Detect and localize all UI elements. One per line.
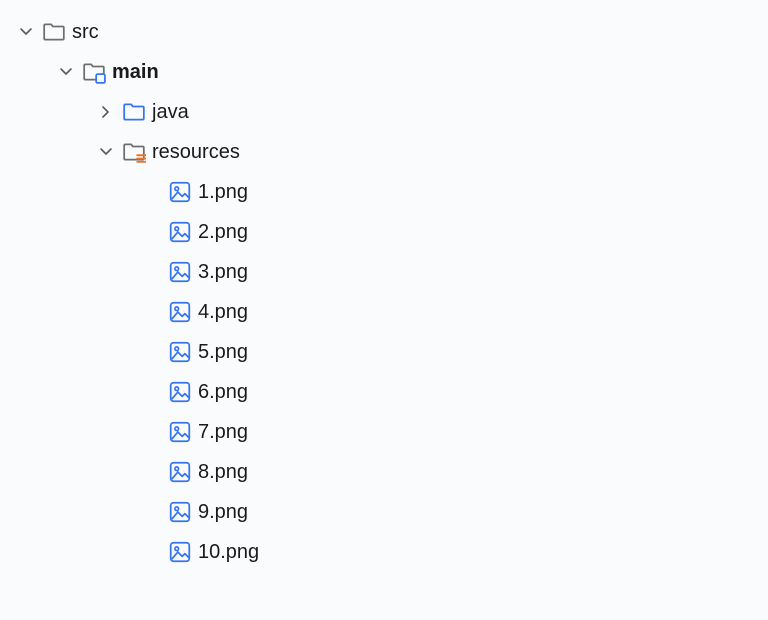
chevron-down-icon — [96, 142, 116, 162]
chevron-right-icon — [96, 102, 116, 122]
tree-item-label: 1.png — [198, 182, 248, 202]
tree-item-file[interactable]: 5.png — [8, 332, 760, 372]
chevron-down-icon — [56, 62, 76, 82]
tree-item-resources[interactable]: resources — [8, 132, 760, 172]
chevron-down-icon — [16, 22, 36, 42]
tree-item-label: 4.png — [198, 302, 248, 322]
folder-module-icon — [82, 60, 106, 84]
tree-item-src[interactable]: src — [8, 12, 760, 52]
folder-resources-icon — [122, 140, 146, 164]
image-file-icon — [168, 220, 192, 244]
image-file-icon — [168, 380, 192, 404]
tree-item-main[interactable]: main — [8, 52, 760, 92]
tree-item-label: 10.png — [198, 542, 259, 562]
tree-item-java[interactable]: java — [8, 92, 760, 132]
tree-item-label: 6.png — [198, 382, 248, 402]
image-file-icon — [168, 500, 192, 524]
image-file-icon — [168, 300, 192, 324]
tree-item-label: main — [112, 62, 159, 82]
tree-item-label: 2.png — [198, 222, 248, 242]
tree-item-file[interactable]: 3.png — [8, 252, 760, 292]
tree-item-file[interactable]: 2.png — [8, 212, 760, 252]
tree-item-label: java — [152, 102, 189, 122]
image-file-icon — [168, 180, 192, 204]
tree-item-file[interactable]: 10.png — [8, 532, 760, 572]
tree-item-label: 3.png — [198, 262, 248, 282]
tree-item-file[interactable]: 9.png — [8, 492, 760, 532]
image-file-icon — [168, 420, 192, 444]
image-file-icon — [168, 460, 192, 484]
tree-item-file[interactable]: 4.png — [8, 292, 760, 332]
tree-item-label: 7.png — [198, 422, 248, 442]
image-file-icon — [168, 340, 192, 364]
tree-item-file[interactable]: 1.png — [8, 172, 760, 212]
tree-item-label: 8.png — [198, 462, 248, 482]
tree-item-file[interactable]: 8.png — [8, 452, 760, 492]
folder-source-icon — [122, 100, 146, 124]
tree-item-label: 5.png — [198, 342, 248, 362]
tree-item-file[interactable]: 7.png — [8, 412, 760, 452]
tree-item-label: 9.png — [198, 502, 248, 522]
tree-item-file[interactable]: 6.png — [8, 372, 760, 412]
folder-icon — [42, 20, 66, 44]
image-file-icon — [168, 260, 192, 284]
tree-item-label: src — [72, 22, 99, 42]
image-file-icon — [168, 540, 192, 564]
tree-item-label: resources — [152, 142, 240, 162]
